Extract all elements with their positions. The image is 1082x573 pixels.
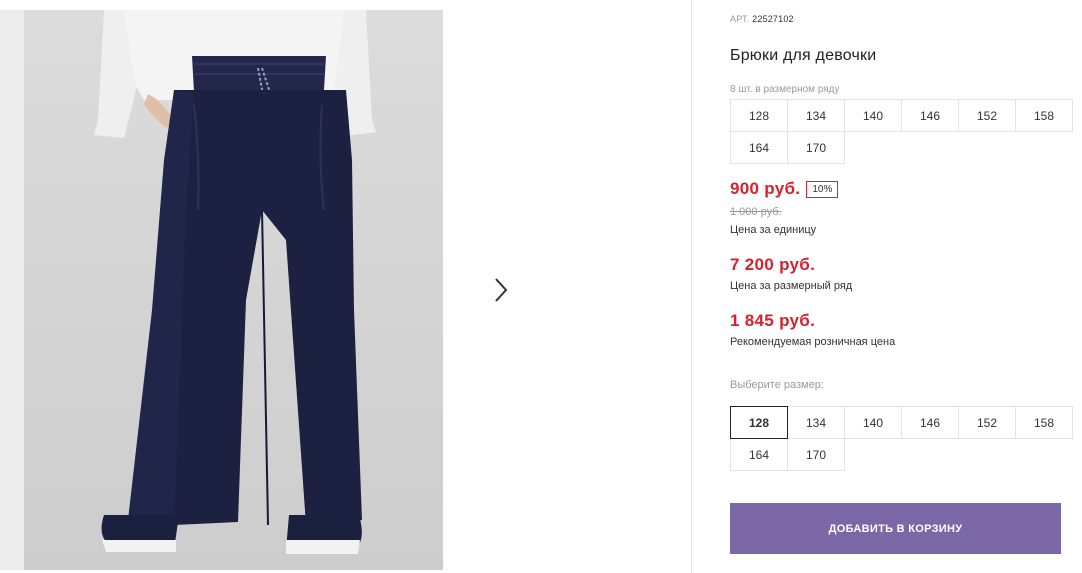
unit-price-caption: Цена за единицу <box>730 224 817 236</box>
product-page: АРТ. 22527102 Брюки для девочки 8 шт. в … <box>0 0 1082 573</box>
size-option[interactable]: 170 <box>787 438 845 471</box>
size-option[interactable]: 146 <box>901 406 959 439</box>
pants-illustration <box>94 10 376 554</box>
gallery-next-button[interactable] <box>475 264 527 316</box>
product-photo[interactable] <box>24 10 443 570</box>
divider <box>691 0 692 573</box>
size-range-cell: 164 <box>730 131 788 164</box>
range-note: 8 шт. в размерном ряду <box>730 84 840 95</box>
size-range-cell: 134 <box>787 99 845 132</box>
add-to-cart-button[interactable]: ДОБАВИТЬ В КОРЗИНУ <box>730 503 1061 554</box>
article-value: 22527102 <box>752 14 794 24</box>
retail-price: 1 845 руб. <box>730 311 816 330</box>
article-label: АРТ. <box>730 14 750 24</box>
range-price-caption: Цена за размерный ряд <box>730 280 853 292</box>
product-title: Брюки для девочки <box>730 47 877 64</box>
retail-price-caption: Рекомендуемая розничная цена <box>730 336 896 348</box>
size-option[interactable]: 128 <box>730 406 788 439</box>
size-range-cell: 128 <box>730 99 788 132</box>
size-range-cell: 140 <box>844 99 902 132</box>
size-option[interactable]: 164 <box>730 438 788 471</box>
size-range-grid: 128 134 140 146 152 158 164 170 <box>730 99 1073 164</box>
size-option[interactable]: 152 <box>958 406 1016 439</box>
unit-price-row: 900 руб. 10% <box>730 179 839 199</box>
chevron-right-icon <box>495 278 508 302</box>
size-option[interactable]: 134 <box>787 406 845 439</box>
size-range-cell: 158 <box>1015 99 1073 132</box>
size-option[interactable]: 140 <box>844 406 902 439</box>
previous-photo-edge[interactable] <box>0 10 24 570</box>
discount-badge: 10% <box>806 180 839 198</box>
size-range-cell: 146 <box>901 99 959 132</box>
size-range-cell: 170 <box>787 131 845 164</box>
size-range-cell: 152 <box>958 99 1016 132</box>
size-selector-grid: 128 134 140 146 152 158 164 170 <box>730 406 1073 471</box>
product-gallery <box>0 0 692 573</box>
unit-price: 900 руб. <box>730 179 801 198</box>
size-option[interactable]: 158 <box>1015 406 1073 439</box>
range-price: 7 200 руб. <box>730 255 816 274</box>
size-select-label: Выберите размер: <box>730 379 824 391</box>
article-number: АРТ. 22527102 <box>730 14 794 24</box>
old-price: 1 000 руб. <box>730 206 782 218</box>
